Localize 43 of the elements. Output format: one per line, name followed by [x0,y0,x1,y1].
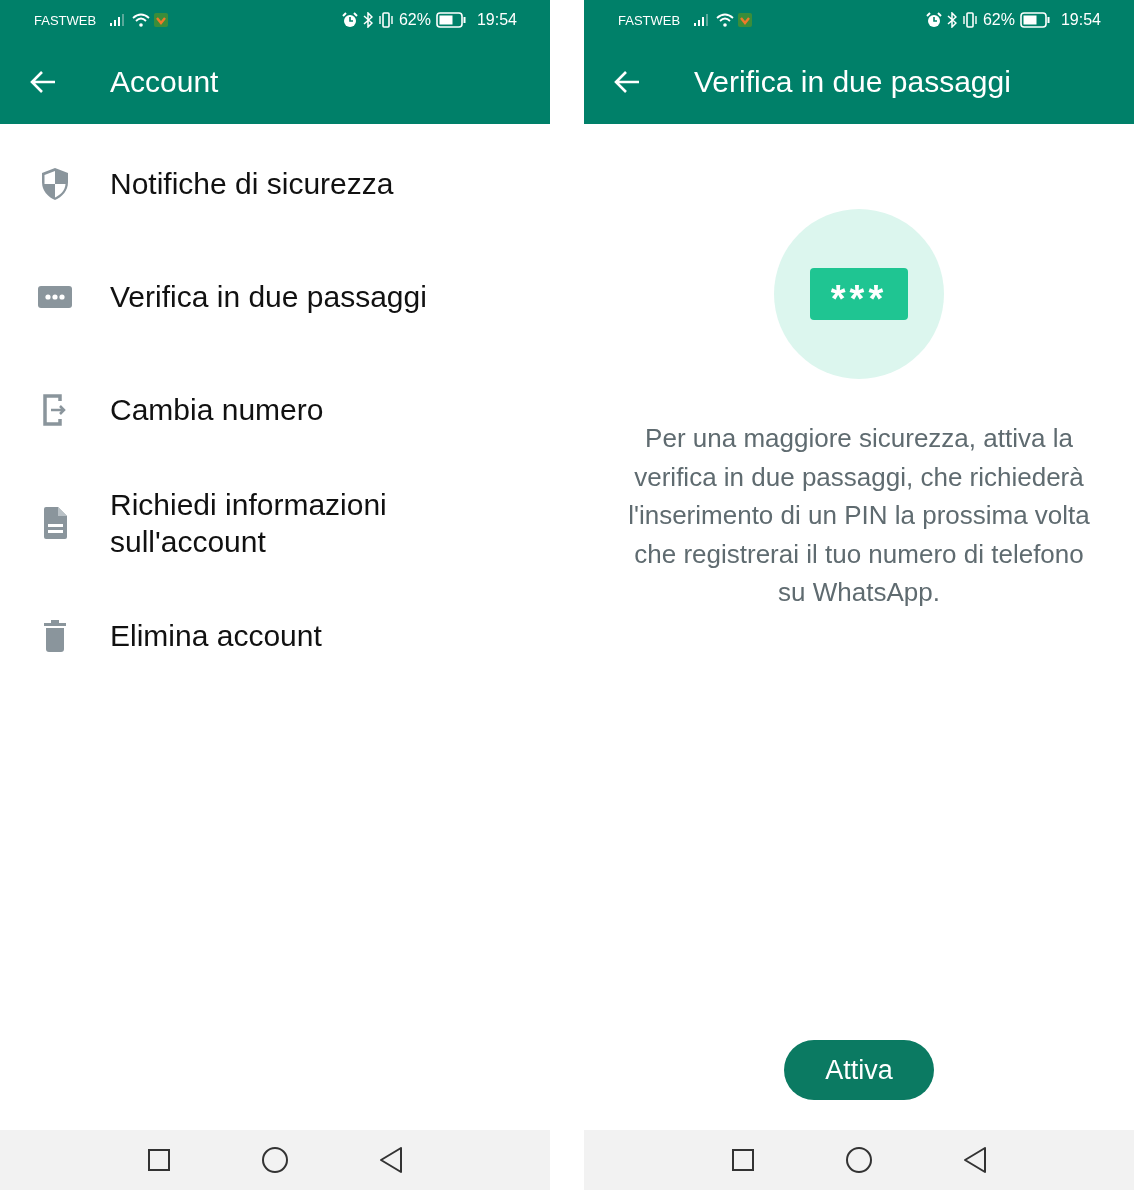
battery-icon [1019,12,1050,28]
activate-button[interactable]: Attiva [784,1040,934,1100]
battery-icon [435,12,466,28]
bluetooth-icon [946,12,957,28]
alarm-icon [341,12,358,28]
wifi-icon [132,13,151,27]
password-dots-icon [38,285,72,308]
menu-item[interactable]: Richiedi informazioni sull'account [110,485,440,560]
carrier-name: FASTWEB [34,12,97,28]
battery-percentage: 62% [398,11,431,29]
back-arrow-icon[interactable] [30,70,56,94]
wifi-icon [716,13,735,27]
recent-apps-icon[interactable] [148,1149,170,1171]
back-icon[interactable] [964,1147,986,1173]
menu-item[interactable]: Notifiche di sicurezza [110,165,440,202]
menu-item[interactable]: Elimina account [110,617,440,654]
home-icon[interactable] [846,1147,872,1173]
screen-title: Account [110,65,219,99]
battery-percentage: 62% [982,11,1015,29]
bluetooth-icon [362,12,373,28]
vibrate-icon [377,12,394,28]
pin-badge: *** [810,268,908,320]
description-text: Per una maggiore sicurezza, attiva la verifica in due passaggi, che richiederà l'inserimento di un PIN la prossima volta che registrerai il tuo numero di telefono su WhatsApp. [627,422,1091,609]
menu-item[interactable]: Cambia numero [110,391,440,428]
back-arrow-icon[interactable] [614,70,640,94]
alarm-icon [925,12,942,28]
clock-time: 19:54 [1060,11,1101,29]
app-notification-icon [738,13,753,27]
signal-icon [694,14,711,26]
signal-icon [110,14,127,26]
back-icon[interactable] [380,1147,402,1173]
home-icon[interactable] [262,1147,288,1173]
vibrate-icon [961,12,978,28]
clock-time: 19:54 [476,11,517,29]
trash-icon [43,619,67,652]
recent-apps-icon[interactable] [732,1149,754,1171]
app-notification-icon [154,13,169,27]
document-icon [42,505,68,540]
phone-arrow-icon [42,392,68,427]
screen-title: Verifica in due passaggi [694,65,1011,99]
carrier-name: FASTWEB [618,12,681,28]
menu-item[interactable]: Verifica in due passaggi [110,278,440,315]
shield-icon [40,166,70,201]
